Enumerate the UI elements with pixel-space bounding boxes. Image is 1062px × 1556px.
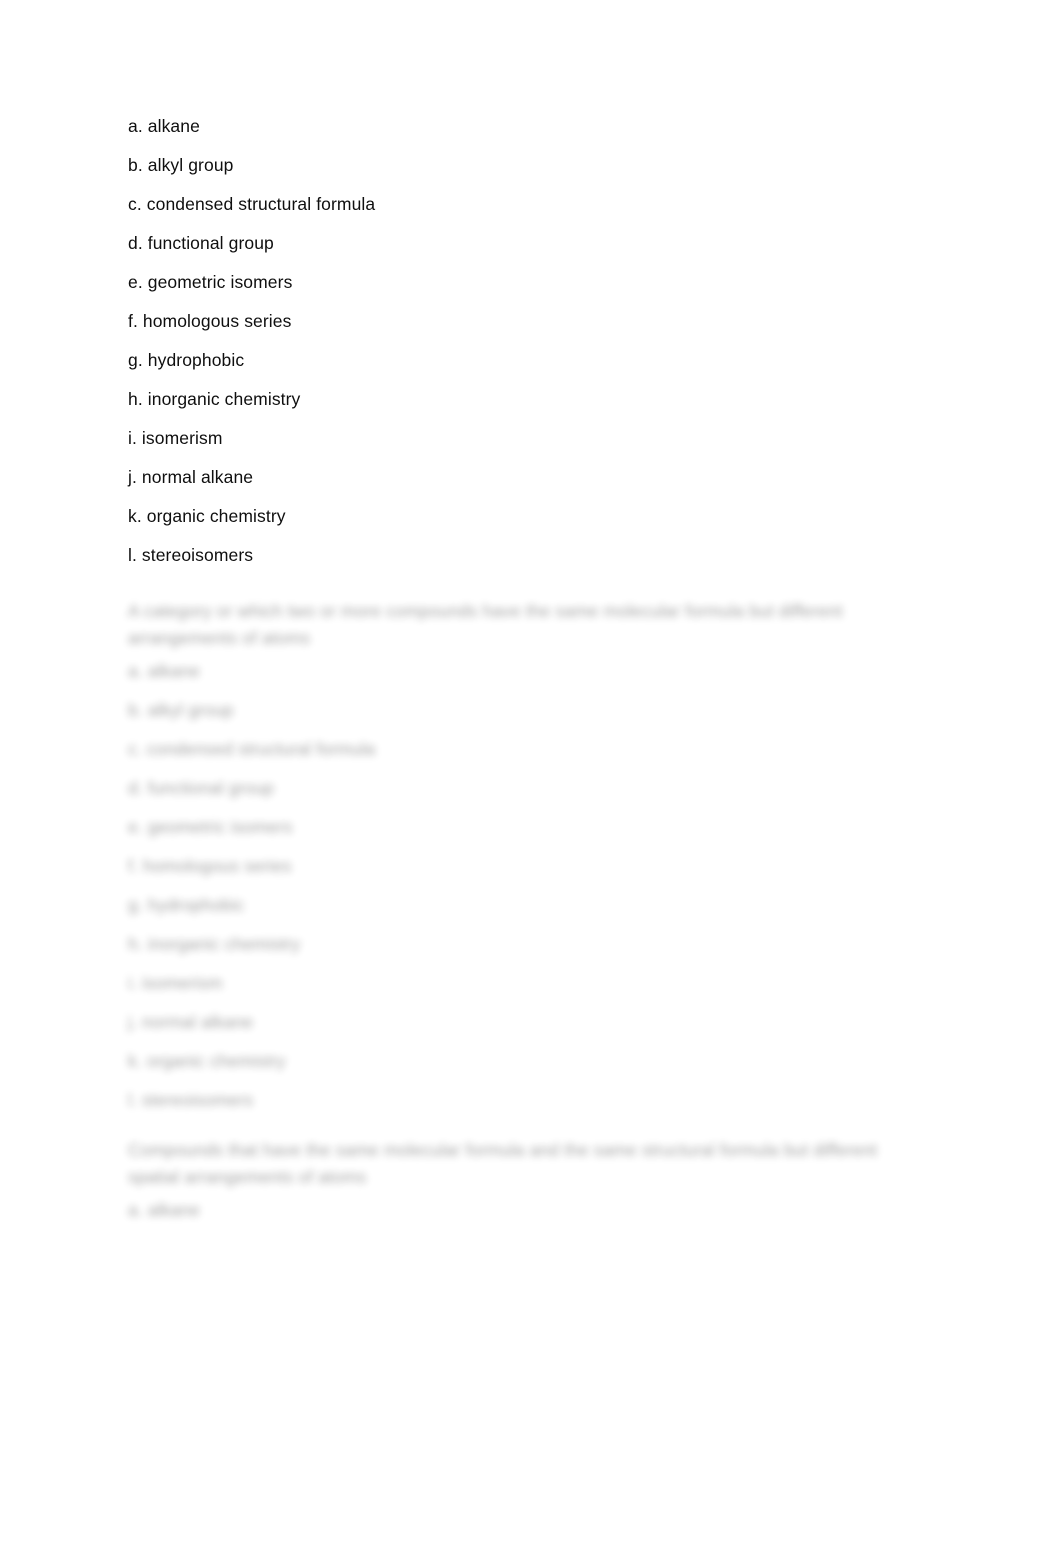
term-list: a. alkane b. alkyl group c. condensed st… bbox=[128, 116, 928, 586]
obscured-definition-paragraph: A category or which two or more compound… bbox=[128, 601, 843, 648]
list-item: j. normal alkane bbox=[128, 467, 254, 487]
list-item: k. organic chemistry bbox=[128, 506, 286, 526]
document-page: a. alkane b. alkyl group c. condensed st… bbox=[0, 0, 1062, 1556]
obscured-list-item: j. normal alkane bbox=[128, 1012, 254, 1032]
list-item: f. homologous series bbox=[128, 311, 292, 331]
obscured-trailing-item: a. alkane bbox=[128, 1200, 200, 1220]
obscured-list-item: f. homologous series bbox=[128, 856, 292, 876]
obscured-list-item: h. inorganic chemistry bbox=[128, 934, 301, 954]
obscured-list-item: l. stereoisomers bbox=[128, 1090, 254, 1110]
obscured-list-item: d. functional group bbox=[128, 778, 274, 798]
obscured-definition-paragraph: Compounds that have the same molecular f… bbox=[128, 1140, 878, 1187]
obscured-list-item: a. alkane bbox=[128, 661, 200, 681]
list-item: b. alkyl group bbox=[128, 155, 234, 175]
list-item: h. inorganic chemistry bbox=[128, 389, 301, 409]
obscured-section: A category or which two or more compound… bbox=[128, 586, 928, 1241]
obscured-list-item: e. geometric isomers bbox=[128, 817, 293, 837]
obscured-list-item: k. organic chemistry bbox=[128, 1051, 286, 1071]
obscured-list-item: c. condensed structural formula bbox=[128, 739, 376, 759]
list-item: e. geometric isomers bbox=[128, 272, 293, 292]
list-item: a. alkane bbox=[128, 116, 200, 136]
list-item: l. stereoisomers bbox=[128, 545, 254, 565]
obscured-list-item: g. hydrophobic bbox=[128, 895, 245, 915]
list-item: d. functional group bbox=[128, 233, 274, 253]
list-item: g. hydrophobic bbox=[128, 350, 245, 370]
list-item: i. isomerism bbox=[128, 428, 223, 448]
obscured-list-item: b. alkyl group bbox=[128, 700, 234, 720]
list-item: c. condensed structural formula bbox=[128, 194, 376, 214]
document-body: a. alkane b. alkyl group c. condensed st… bbox=[128, 116, 928, 1241]
obscured-list-item: i. isomerism bbox=[128, 973, 223, 993]
